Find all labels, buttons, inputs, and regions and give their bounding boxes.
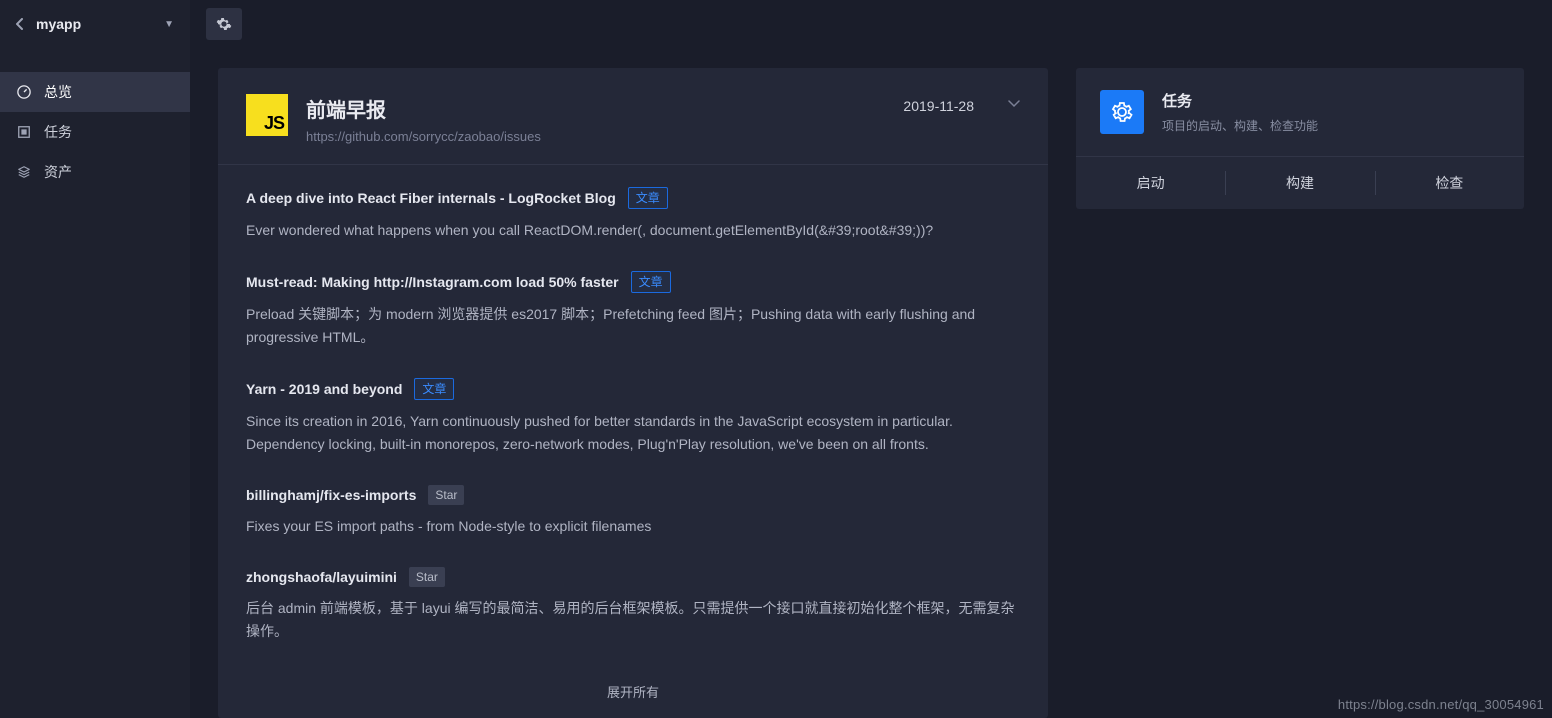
task-card: 任务 项目的启动、构建、检查功能 启动 构建 检查 — [1076, 68, 1524, 209]
feed-header: JS 前端早报 https://github.com/sorrycc/zaoba… — [218, 68, 1048, 165]
feed-article: Yarn - 2019 and beyond 文章 Since its crea… — [246, 378, 1020, 455]
feed-date: 2019-11-28 — [903, 98, 974, 114]
task-card-title: 任务 — [1162, 90, 1318, 111]
task-card-subtitle: 项目的启动、构建、检查功能 — [1162, 117, 1318, 134]
feed-panel: JS 前端早报 https://github.com/sorrycc/zaoba… — [218, 68, 1048, 718]
task-icon — [16, 125, 32, 139]
sidebar-item-assets[interactable]: 资产 — [0, 152, 190, 192]
feed-body: A deep dive into React Fiber internals -… — [218, 165, 1048, 718]
article-title[interactable]: billinghamj/fix-es-imports — [246, 487, 416, 503]
sidebar-nav: 总览 任务 资产 — [0, 72, 190, 192]
topbar — [190, 0, 1552, 48]
dashboard-icon — [16, 85, 32, 99]
feed-article: A deep dive into React Fiber internals -… — [246, 187, 1020, 241]
sidebar-item-tasks[interactable]: 任务 — [0, 112, 190, 152]
task-actions: 启动 构建 检查 — [1076, 156, 1524, 209]
feed-article: billinghamj/fix-es-imports Star Fixes yo… — [246, 485, 1020, 537]
task-action-build[interactable]: 构建 — [1225, 157, 1374, 209]
content-row: JS 前端早报 https://github.com/sorrycc/zaoba… — [190, 48, 1552, 718]
project-name: myapp — [36, 16, 152, 32]
feed-title: 前端早报 — [306, 94, 885, 123]
show-all-button[interactable]: 展开所有 — [246, 672, 1020, 709]
article-desc: 后台 admin 前端模板，基于 layui 编写的最简洁、易用的后台框架模板。… — [246, 597, 1020, 642]
article-title[interactable]: A deep dive into React Fiber internals -… — [246, 190, 616, 206]
js-logo-icon: JS — [246, 94, 288, 136]
sidebar-item-label: 总览 — [44, 82, 72, 102]
sidebar-item-label: 资产 — [44, 162, 72, 182]
article-desc: Preload 关键脚本；为 modern 浏览器提供 es2017 脚本；Pr… — [246, 303, 1020, 348]
star-tag: Star — [409, 567, 445, 587]
article-title[interactable]: zhongshaofa/layuimini — [246, 569, 397, 585]
task-action-start[interactable]: 启动 — [1076, 157, 1225, 209]
sidebar-item-label: 任务 — [44, 122, 72, 142]
settings-button[interactable] — [206, 8, 242, 40]
feed-source-link[interactable]: https://github.com/sorrycc/zaobao/issues — [306, 129, 885, 144]
watermark-text: https://blog.csdn.net/qq_30054961 — [1338, 697, 1544, 712]
article-desc: Since its creation in 2016, Yarn continu… — [246, 410, 1020, 455]
task-action-check[interactable]: 检查 — [1375, 157, 1524, 209]
layers-icon — [16, 165, 32, 179]
gear-icon — [1100, 90, 1144, 134]
chevron-down-icon[interactable] — [1008, 100, 1020, 108]
article-tag: 文章 — [628, 187, 668, 209]
sidebar-item-overview[interactable]: 总览 — [0, 72, 190, 112]
chevron-left-icon — [16, 18, 24, 30]
article-desc: Ever wondered what happens when you call… — [246, 219, 1020, 241]
project-selector[interactable]: myapp ▼ — [0, 0, 190, 48]
gear-icon — [216, 16, 232, 32]
feed-article: Must-read: Making http://Instagram.com l… — [246, 271, 1020, 348]
article-desc: Fixes your ES import paths - from Node-s… — [246, 515, 1020, 537]
star-tag: Star — [428, 485, 464, 505]
article-tag: 文章 — [414, 378, 454, 400]
article-tag: 文章 — [631, 271, 671, 293]
sidebar: myapp ▼ 总览 任务 资产 — [0, 0, 190, 718]
article-title[interactable]: Must-read: Making http://Instagram.com l… — [246, 274, 619, 290]
main-area: JS 前端早报 https://github.com/sorrycc/zaoba… — [190, 0, 1552, 718]
side-panel: 任务 项目的启动、构建、检查功能 启动 构建 检查 — [1076, 68, 1524, 718]
article-title[interactable]: Yarn - 2019 and beyond — [246, 381, 402, 397]
caret-down-icon: ▼ — [164, 19, 174, 30]
feed-article: zhongshaofa/layuimini Star 后台 admin 前端模板… — [246, 567, 1020, 642]
